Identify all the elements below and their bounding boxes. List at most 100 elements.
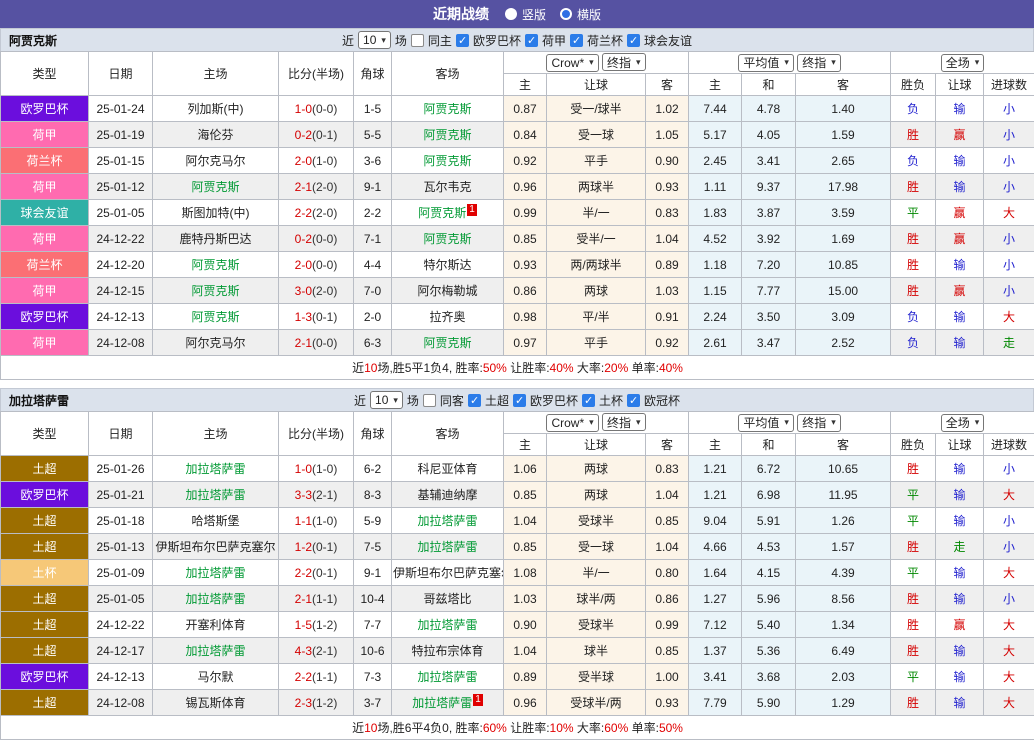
avg-draw-odds: 5.96 bbox=[742, 586, 796, 612]
avg-source-select[interactable]: 平均值▾ bbox=[738, 414, 794, 432]
result-goals: 小 bbox=[984, 148, 1034, 174]
avg-draw-odds: 4.15 bbox=[742, 560, 796, 586]
sub-col: 主 bbox=[504, 74, 547, 96]
handicap-line: 受一/球半 bbox=[547, 96, 646, 122]
crow-home-odds: 0.97 bbox=[504, 330, 547, 356]
avg-away-odds: 1.29 bbox=[796, 690, 891, 716]
league-checkbox-3[interactable] bbox=[627, 394, 640, 407]
league-checkbox-1[interactable] bbox=[525, 34, 538, 47]
result-wdl: 胜 bbox=[891, 252, 936, 278]
result-goals: 大 bbox=[984, 200, 1034, 226]
match-count-select[interactable]: 10▾ bbox=[370, 391, 403, 409]
avg-away-odds: 1.34 bbox=[796, 612, 891, 638]
result-handicap: 输 bbox=[936, 586, 984, 612]
score: 0-2(0-0) bbox=[279, 226, 354, 252]
radio-horizontal[interactable]: 横版 bbox=[560, 6, 601, 23]
avg-draw-odds: 4.53 bbox=[742, 534, 796, 560]
avg-draw-odds: 3.47 bbox=[742, 330, 796, 356]
same-venue-checkbox[interactable] bbox=[411, 34, 424, 47]
col-away: 客场 bbox=[392, 412, 504, 456]
handicap-line: 两球半 bbox=[547, 174, 646, 200]
radio-vertical[interactable]: 竖版 bbox=[505, 6, 546, 23]
result-group-header: 全场▾ bbox=[891, 412, 1034, 434]
home-team: 海伦芬 bbox=[153, 122, 279, 148]
corners: 8-3 bbox=[354, 482, 392, 508]
away-team[interactable]: 加拉塔萨雷 bbox=[392, 612, 504, 638]
score: 2-0(1-0) bbox=[279, 148, 354, 174]
avg-home-odds: 2.24 bbox=[689, 304, 742, 330]
away-team[interactable]: 阿贾克斯 bbox=[392, 330, 504, 356]
away-team[interactable]: 阿贾克斯 bbox=[392, 96, 504, 122]
away-team[interactable]: 阿贾克斯1 bbox=[392, 200, 504, 226]
avg-away-odds: 1.59 bbox=[796, 122, 891, 148]
score: 1-5(1-2) bbox=[279, 612, 354, 638]
crow-away-odds: 0.86 bbox=[646, 586, 689, 612]
home-team[interactable]: 阿贾克斯 bbox=[153, 304, 279, 330]
league-checkbox-0[interactable] bbox=[468, 394, 481, 407]
home-team[interactable]: 加拉塔萨雷 bbox=[153, 456, 279, 482]
match-date: 24-12-13 bbox=[89, 664, 153, 690]
sub-col: 客 bbox=[796, 434, 891, 456]
odds-source-select[interactable]: Crow*▾ bbox=[546, 414, 598, 432]
away-team[interactable]: 加拉塔萨雷 bbox=[392, 664, 504, 690]
away-team[interactable]: 加拉塔萨雷 bbox=[392, 534, 504, 560]
away-team[interactable]: 阿贾克斯 bbox=[392, 148, 504, 174]
near-label: 近 bbox=[342, 32, 354, 49]
away-team[interactable]: 加拉塔萨雷1 bbox=[392, 690, 504, 716]
same-venue-checkbox[interactable] bbox=[423, 394, 436, 407]
corners: 7-3 bbox=[354, 664, 392, 690]
avg-source-select[interactable]: 平均值▾ bbox=[738, 54, 794, 72]
same-venue-label: 同客 bbox=[440, 392, 464, 409]
fulltime-select[interactable]: 全场▾ bbox=[941, 414, 985, 432]
home-team[interactable]: 阿贾克斯 bbox=[153, 174, 279, 200]
league-badge: 土超 bbox=[1, 508, 89, 534]
score: 1-0(1-0) bbox=[279, 456, 354, 482]
handicap-line: 球半/两 bbox=[547, 586, 646, 612]
league-checkbox-2[interactable] bbox=[582, 394, 595, 407]
table-row: 荷甲 24-12-15 阿贾克斯 3-0(2-0) 7-0 阿尔梅勒城 0.86… bbox=[1, 278, 1034, 304]
home-team[interactable]: 加拉塔萨雷 bbox=[153, 482, 279, 508]
radio-selected-icon[interactable] bbox=[560, 8, 572, 20]
avg-away-odds: 17.98 bbox=[796, 174, 891, 200]
chevron-down-icon: ▾ bbox=[636, 57, 641, 68]
home-team[interactable]: 加拉塔萨雷 bbox=[153, 638, 279, 664]
avg-time-select[interactable]: 终指▾ bbox=[797, 54, 841, 72]
league-checkbox-1[interactable] bbox=[513, 394, 526, 407]
table-row: 土杯 25-01-09 加拉塔萨雷 2-2(0-1) 9-1 伊斯坦布尔巴萨克塞… bbox=[1, 560, 1034, 586]
sub-col: 让球 bbox=[936, 434, 984, 456]
avg-draw-odds: 5.36 bbox=[742, 638, 796, 664]
home-team[interactable]: 加拉塔萨雷 bbox=[153, 560, 279, 586]
games-label: 场 bbox=[407, 392, 419, 409]
avg-home-odds: 3.41 bbox=[689, 664, 742, 690]
avg-time-select[interactable]: 终指▾ bbox=[797, 414, 841, 432]
result-handicap: 输 bbox=[936, 560, 984, 586]
home-team[interactable]: 阿贾克斯 bbox=[153, 278, 279, 304]
result-wdl: 胜 bbox=[891, 690, 936, 716]
away-team[interactable]: 阿贾克斯 bbox=[392, 226, 504, 252]
league-checkbox-0[interactable] bbox=[456, 34, 469, 47]
crow-away-odds: 1.04 bbox=[646, 482, 689, 508]
crow-home-odds: 0.96 bbox=[504, 690, 547, 716]
match-date: 25-01-18 bbox=[89, 508, 153, 534]
avg-home-odds: 1.83 bbox=[689, 200, 742, 226]
fulltime-select[interactable]: 全场▾ bbox=[941, 54, 985, 72]
league-checkbox-2[interactable] bbox=[570, 34, 583, 47]
home-team[interactable]: 阿贾克斯 bbox=[153, 252, 279, 278]
league-badge: 土超 bbox=[1, 586, 89, 612]
crow-away-odds: 0.85 bbox=[646, 638, 689, 664]
odds-time-select[interactable]: 终指▾ bbox=[602, 53, 646, 71]
away-team[interactable]: 加拉塔萨雷 bbox=[392, 508, 504, 534]
away-team[interactable]: 阿贾克斯 bbox=[392, 122, 504, 148]
radio-unselected-icon[interactable] bbox=[505, 8, 517, 20]
table-row: 欧罗巴杯 24-12-13 马尔默 2-2(1-1) 7-3 加拉塔萨雷 0.8… bbox=[1, 664, 1034, 690]
match-date: 24-12-20 bbox=[89, 252, 153, 278]
table-row: 荷兰杯 25-01-15 阿尔克马尔 2-0(1-0) 3-6 阿贾克斯 0.9… bbox=[1, 148, 1034, 174]
match-count-select[interactable]: 10▾ bbox=[358, 31, 391, 49]
avg-away-odds: 8.56 bbox=[796, 586, 891, 612]
crow-away-odds: 1.05 bbox=[646, 122, 689, 148]
league-checkbox-3[interactable] bbox=[627, 34, 640, 47]
odds-source-select[interactable]: Crow*▾ bbox=[546, 54, 598, 72]
home-team[interactable]: 加拉塔萨雷 bbox=[153, 586, 279, 612]
odds-time-select[interactable]: 终指▾ bbox=[602, 413, 646, 431]
away-team: 特拉布宗体育 bbox=[392, 638, 504, 664]
